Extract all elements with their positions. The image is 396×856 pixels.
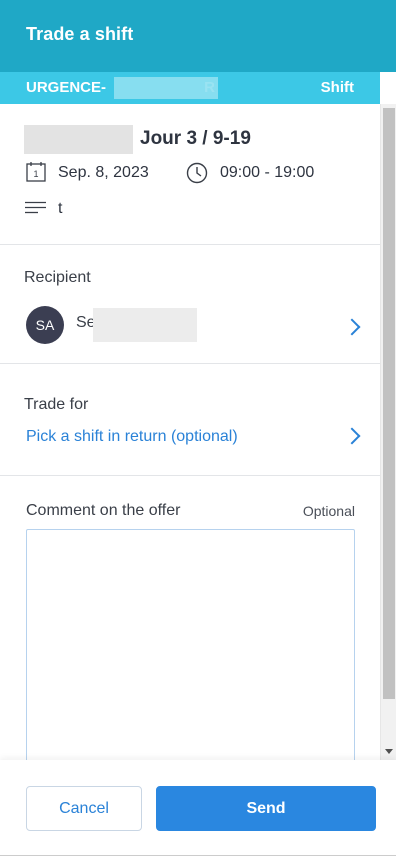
- chevron-right-icon[interactable]: [343, 427, 361, 445]
- scroll-down-arrow-icon[interactable]: [385, 749, 393, 754]
- dialog-footer: Cancel Send: [0, 760, 396, 856]
- shift-note: t: [58, 200, 63, 217]
- pick-shift-link[interactable]: Pick a shift in return (optional): [26, 428, 238, 446]
- dialog-title: Trade a shift: [26, 24, 134, 44]
- calendar-icon: 1: [26, 162, 46, 182]
- shift-time: 09:00 - 19:00: [220, 164, 315, 181]
- notes-icon: [25, 201, 46, 214]
- dialog-body[interactable]: Jour 3 / 9-19 1 Sep. 8, 2023 09:00 - 19:…: [0, 104, 396, 760]
- recipient-selector[interactable]: Recipient SA Se: [0, 245, 380, 364]
- svg-text:1: 1: [33, 169, 38, 179]
- comment-textarea[interactable]: [26, 529, 355, 760]
- clock-icon: [186, 162, 208, 184]
- comment-label: Comment on the offer: [26, 502, 181, 519]
- shift-date: Sep. 8, 2023: [58, 164, 149, 181]
- shift-info-section: Jour 3 / 9-19 1 Sep. 8, 2023 09:00 - 19:…: [0, 104, 380, 245]
- shift-unit-bar: URGENCE- R Shift: [0, 72, 380, 104]
- chevron-right-icon[interactable]: [343, 318, 361, 336]
- trade-for-selector[interactable]: Trade for Pick a shift in return (option…: [0, 364, 380, 476]
- recipient-label: Recipient: [24, 269, 91, 286]
- redacted-unit-name: [114, 77, 218, 99]
- optional-hint: Optional: [302, 503, 355, 519]
- trade-for-label: Trade for: [24, 396, 89, 413]
- avatar: SA: [26, 306, 64, 344]
- send-button[interactable]: Send: [156, 786, 376, 831]
- dialog-header: Trade a shift: [0, 0, 396, 72]
- scrollbar-thumb[interactable]: [383, 108, 395, 699]
- comment-section: Comment on the offer Optional: [0, 476, 380, 760]
- item-kind-label: Shift: [320, 79, 354, 96]
- redacted-recipient-name: [93, 308, 197, 342]
- scrollbar[interactable]: [380, 104, 396, 760]
- shift-name: Jour 3 / 9-19: [140, 128, 251, 149]
- cancel-button[interactable]: Cancel: [26, 786, 142, 831]
- redacted-shift-name: [24, 125, 133, 154]
